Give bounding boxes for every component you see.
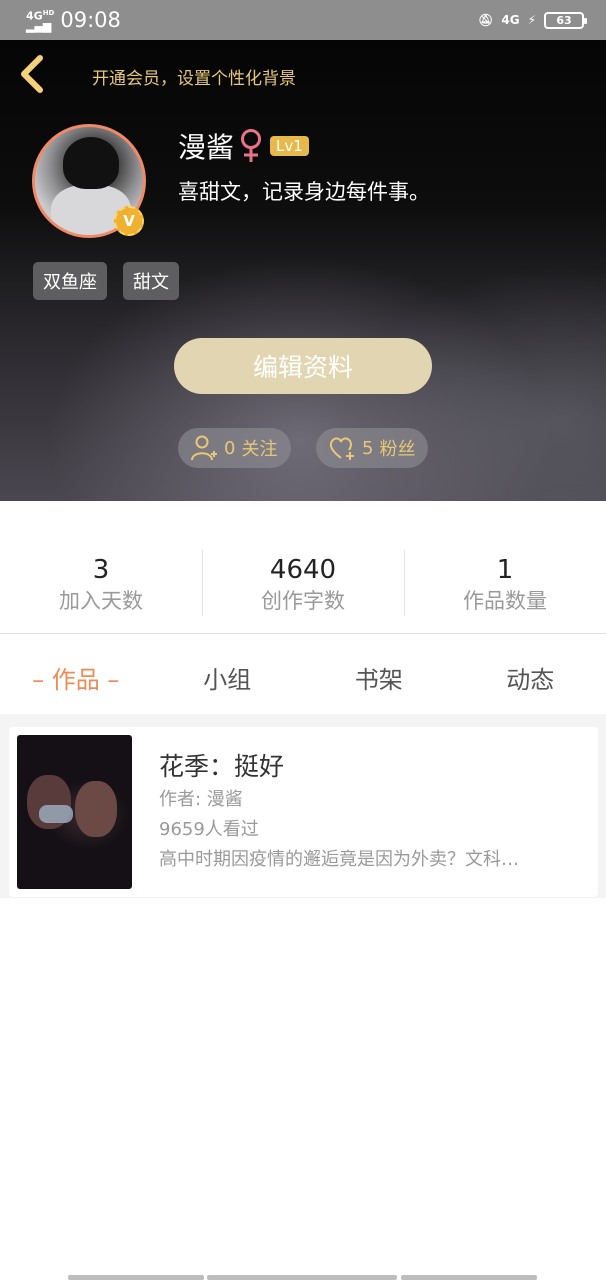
following-count: 0 (224, 437, 236, 459)
charging-icon: ⚡︎ (527, 13, 536, 27)
back-button[interactable] (14, 54, 50, 94)
list-item[interactable]: 花季：挺好 作者: 漫酱 9659人看过 高中时期因疫情的邂逅竟是因为外卖？文科… (9, 727, 598, 897)
fans-button[interactable]: 5 粉丝 (316, 428, 428, 468)
tab-works[interactable]: – 作品 – (0, 640, 152, 714)
stat-label: 作品数量 (463, 589, 547, 613)
status-bar: 4GHD ▂▄▆ 09:08 🔕︎ 4G ⚡︎ 63 (0, 0, 606, 40)
stat-label: 创作字数 (261, 589, 345, 613)
network-indicator: 4G (501, 13, 520, 27)
verified-v-badge: V (114, 206, 144, 236)
gesture-bar (207, 1275, 397, 1280)
stat-value: 1 (496, 555, 514, 585)
stat-word-count: 4640 创作字数 (202, 546, 404, 633)
stats-bar: 3 加入天数 4640 创作字数 1 作品数量 (0, 546, 606, 634)
user-add-icon (191, 435, 217, 461)
profile-tabs: – 作品 – 小组 书架 动态 (0, 640, 606, 714)
tab-bookshelf[interactable]: 书架 (303, 640, 455, 714)
work-views: 9659人看过 (159, 819, 259, 840)
work-title: 花季：挺好 (159, 752, 285, 781)
battery-icon: 63 (544, 11, 587, 29)
stat-value: 3 (92, 555, 110, 585)
signal-icon: 4GHD ▂▄▆ (26, 8, 55, 34)
tag-item[interactable]: 双鱼座 (33, 262, 107, 300)
name-row: 漫酱 Lv1 (178, 126, 309, 166)
edit-profile-button[interactable]: 编辑资料 (174, 338, 432, 394)
battery-level: 63 (556, 13, 572, 27)
tab-groups[interactable]: 小组 (152, 640, 304, 714)
chevron-left-icon (21, 55, 43, 93)
vip-background-link[interactable]: 开通会员，设置个性化背景 (92, 64, 296, 89)
gesture-bar (401, 1275, 537, 1280)
profile-header: 开通会员，设置个性化背景 V 漫酱 Lv1 喜甜文，记录身边每件事。 双鱼座 甜… (0, 40, 606, 501)
following-label: 关注 (241, 439, 278, 460)
fans-count: 5 (362, 437, 374, 459)
tag-item[interactable]: 甜文 (123, 262, 179, 300)
user-bio: 喜甜文，记录身边每件事。 (178, 180, 430, 204)
work-description: 高中时期因疫情的邂逅竟是因为外卖？文科… (159, 849, 519, 870)
book-cover (17, 735, 132, 889)
heart-add-icon (329, 437, 354, 460)
following-button[interactable]: 0 关注 (178, 428, 291, 468)
stat-work-count: 1 作品数量 (404, 546, 606, 633)
works-list: 花季：挺好 作者: 漫酱 9659人看过 高中时期因疫情的邂逅竟是因为外卖？文科… (0, 714, 606, 898)
female-icon (241, 129, 262, 162)
stat-join-days: 3 加入天数 (0, 546, 202, 633)
status-time: 09:08 (60, 8, 121, 32)
work-author: 作者: 漫酱 (159, 789, 243, 810)
stat-value: 4640 (269, 555, 337, 585)
gesture-bar (68, 1275, 204, 1280)
fans-label: 粉丝 (379, 439, 416, 460)
tag-list: 双鱼座 甜文 (33, 262, 179, 300)
level-badge: Lv1 (270, 136, 309, 156)
stat-label: 加入天数 (59, 589, 143, 613)
user-name: 漫酱 (178, 131, 235, 164)
mute-bell-icon: 🔕︎ (478, 13, 494, 27)
tab-activity[interactable]: 动态 (455, 640, 606, 714)
